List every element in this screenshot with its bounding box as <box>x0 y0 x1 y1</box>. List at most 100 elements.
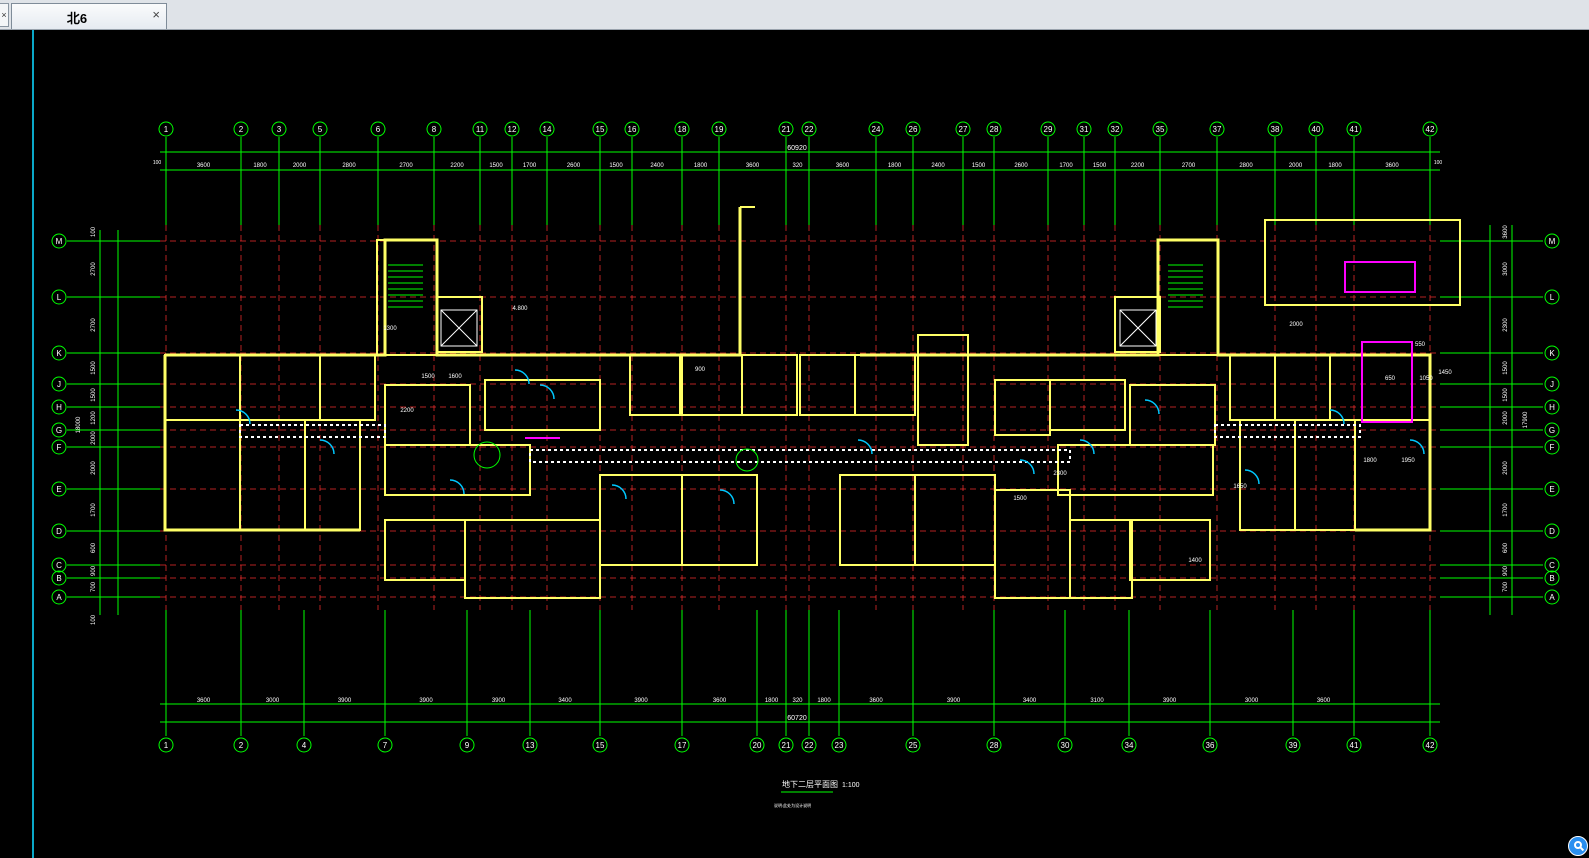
axis-bubble-top-31-label: 31 <box>1080 125 1089 134</box>
dim-top: 3600 <box>746 163 760 169</box>
axis-bubble-left-E-label: E <box>56 485 61 494</box>
dim-top-end-right: 100 <box>1434 160 1443 166</box>
dim-top: 2800 <box>342 163 356 169</box>
room-outline-16 <box>799 354 856 416</box>
dim-bottom: 3900 <box>947 698 961 704</box>
dim-bottom: 3600 <box>713 698 727 704</box>
dim-left-total: 18000 <box>76 416 82 433</box>
door-swing-12 <box>514 369 530 385</box>
axis-bubble-right-G-label: G <box>1549 426 1555 435</box>
exterior-wall-west <box>163 355 360 532</box>
dim-bottom: 3000 <box>266 698 280 704</box>
dim-left: 1500 <box>91 361 97 375</box>
axis-bubble-top-8-label: 8 <box>432 125 437 134</box>
dim-top: 2400 <box>931 163 945 169</box>
axis-bubble-bottom-1-label: 1 <box>164 741 169 750</box>
axis-bubble-top-5-label: 5 <box>318 125 323 134</box>
room-dimension: 1450 <box>1438 370 1452 376</box>
dim-left: 900 <box>91 565 97 576</box>
axis-bubble-top-42-label: 42 <box>1426 125 1435 134</box>
dim-right: 2000 <box>1503 461 1509 475</box>
plan-note: 说明:此处为设计说明 <box>774 802 811 808</box>
dim-right-total: 17900 <box>1523 411 1529 428</box>
room-outline-26 <box>1057 444 1214 496</box>
room-outline-13 <box>629 354 681 416</box>
room-outline-17 <box>854 354 916 416</box>
axis-bubble-top-38-label: 38 <box>1271 125 1280 134</box>
axis-bubble-right-A-label: A <box>1549 593 1555 602</box>
help-icon[interactable] <box>1568 836 1588 856</box>
dim-bottom: 3900 <box>419 698 433 704</box>
dim-right: 1700 <box>1503 503 1509 517</box>
axis-bubble-top-15-label: 15 <box>596 125 605 134</box>
dim-top: 1500 <box>489 163 503 169</box>
axis-bubble-bottom-13-label: 13 <box>526 741 535 750</box>
axis-bubble-left-D-label: D <box>56 527 62 536</box>
room-dimension: 4.800 <box>512 306 528 312</box>
dim-bottom: 3400 <box>1023 698 1037 704</box>
floor-plan: 1 2 3 5 6 8 11 12 14 15 16 18 19 21 22 24 26 27 28 29 31 32 35… <box>51 121 1560 808</box>
room-dimension: 550 <box>1415 342 1426 348</box>
room-outline-3 <box>164 419 241 531</box>
close-icon[interactable]: × <box>152 7 160 22</box>
axis-bubble-bottom-34-label: 34 <box>1125 741 1134 750</box>
axis-bubble-bottom-30-label: 30 <box>1061 741 1070 750</box>
axis-bubble-left-J-label: J <box>57 380 61 389</box>
axis-bubble-right-F-label: F <box>1550 443 1555 452</box>
dim-top: 1800 <box>888 163 902 169</box>
axis-bubble-left-M-label: M <box>56 237 63 246</box>
dim-top: 3600 <box>1385 163 1399 169</box>
room-dimension: 650 <box>1385 376 1396 382</box>
dim-left: 100 <box>91 226 97 237</box>
dim-bottom: 3100 <box>1090 698 1104 704</box>
axis-bubble-right-C-label: C <box>1549 561 1555 570</box>
room-outline-33 <box>1274 354 1331 421</box>
dim-left: 1700 <box>91 503 97 517</box>
tab-document[interactable]: 北6 × <box>11 3 167 29</box>
axis-bubble-left-B-label: B <box>56 574 61 583</box>
axis-bubble-top-24-label: 24 <box>872 125 881 134</box>
dim-right: 2300 <box>1503 318 1509 332</box>
room-dimension: 2300 <box>1053 471 1067 477</box>
axis-bubble-left-H-label: H <box>56 403 62 412</box>
previous-tab[interactable]: × <box>0 3 9 27</box>
dim-left: 700 <box>91 581 97 592</box>
axis-bubble-right-M-label: M <box>1549 237 1556 246</box>
axis-bubble-right-J-label: J <box>1550 380 1554 389</box>
dim-bottom-total: 60720 <box>787 715 807 722</box>
axis-bubble-left-A-label: A <box>56 593 62 602</box>
ramp-accent <box>1344 261 1416 293</box>
axis-bubble-left-K-label: K <box>56 349 62 358</box>
room-outline-9 <box>384 444 531 496</box>
room-outline-2 <box>319 354 376 421</box>
dim-left: 1500 <box>91 388 97 402</box>
dim-top: 2800 <box>1239 163 1253 169</box>
axis-bubble-top-40-label: 40 <box>1312 125 1321 134</box>
room-dimension: 2000 <box>1289 322 1303 328</box>
axis-bubble-top-37-label: 37 <box>1213 125 1222 134</box>
axis-bubble-top-21-label: 21 <box>782 125 791 134</box>
axis-bubble-top-27-label: 27 <box>959 125 968 134</box>
room-dimension: 1300 <box>383 326 397 332</box>
room-outline-34 <box>1329 354 1431 421</box>
dim-top: 2000 <box>293 163 307 169</box>
room-dimension: 1800 <box>1363 458 1377 464</box>
room-dimension: 1650 <box>1233 484 1247 490</box>
dim-right: 3600 <box>1503 225 1509 239</box>
dim-bottom: 1800 <box>817 698 831 704</box>
dim-bottom: 3000 <box>1245 698 1259 704</box>
room-outline-15 <box>741 354 798 416</box>
axis-bubble-bottom-42-label: 42 <box>1426 741 1435 750</box>
axis-bubble-top-35-label: 35 <box>1156 125 1165 134</box>
axis-bubble-right-H-label: H <box>1549 403 1555 412</box>
axis-bubble-top-2-label: 2 <box>239 125 244 134</box>
axis-bubble-left-L-label: L <box>57 293 62 302</box>
room-outline-11 <box>464 519 601 599</box>
room-outline-18 <box>917 334 969 446</box>
axis-bubble-bottom-22-label: 22 <box>805 741 814 750</box>
dim-top: 2200 <box>450 163 464 169</box>
drawing-canvas[interactable]: 1 2 3 5 6 8 11 12 14 15 16 18 19 21 22 24 26 27 28 29 31 32 35… <box>0 30 1589 858</box>
axis-bubble-top-12-label: 12 <box>508 125 517 134</box>
axis-bubble-top-22-label: 22 <box>805 125 814 134</box>
section-marker-2 <box>735 448 759 472</box>
